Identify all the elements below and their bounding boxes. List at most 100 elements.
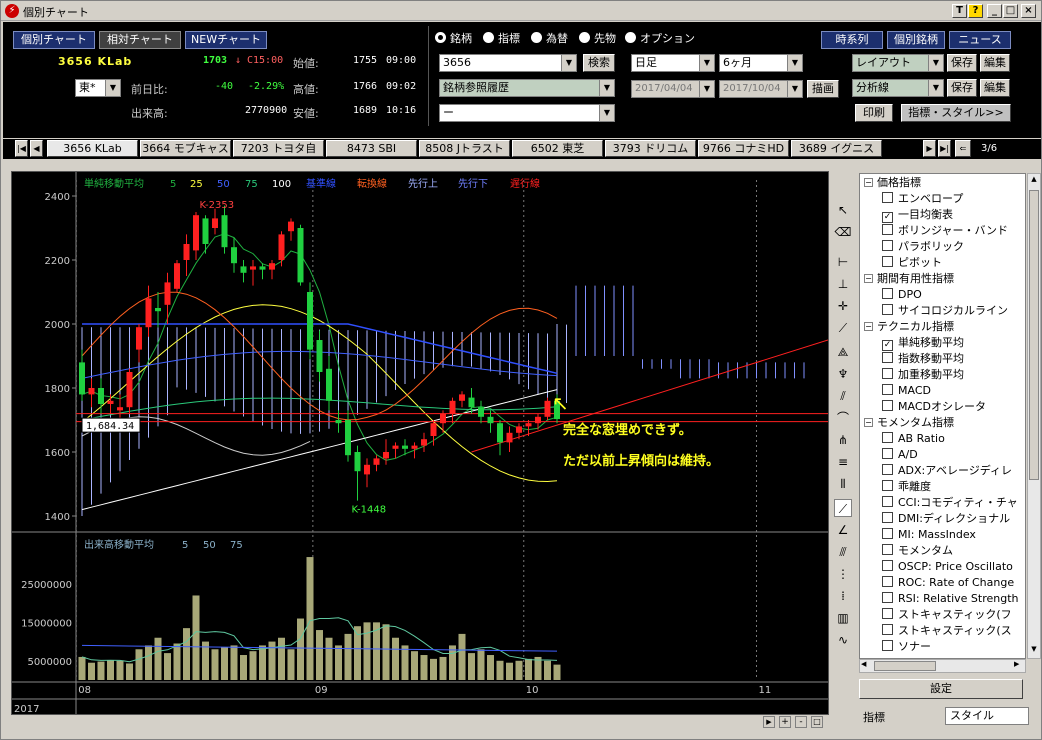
tab-stock[interactable]: 3793 ドリコム: [605, 140, 696, 157]
channel-tool-icon[interactable]: ⫽: [834, 387, 852, 405]
tree-item[interactable]: DPO: [882, 287, 922, 303]
tab-stock[interactable]: 3689 イグニス: [791, 140, 882, 157]
to-date[interactable]: 2017/10/04 ▼: [719, 80, 803, 98]
bars-tool-icon[interactable]: ▥: [834, 609, 852, 627]
checkbox-icon[interactable]: [882, 384, 893, 395]
news-button[interactable]: ニュース: [949, 31, 1011, 49]
indicator-style-button[interactable]: 指標・スタイル>>: [901, 104, 1011, 122]
draw-button[interactable]: 描画: [807, 80, 839, 98]
scroll-up-icon[interactable]: ▲: [1029, 175, 1039, 187]
checkbox-icon[interactable]: [882, 480, 893, 491]
radio-options[interactable]: オプション: [625, 30, 695, 46]
wave-tool-icon[interactable]: ∿: [834, 631, 852, 649]
tree-item[interactable]: 乖離度: [882, 479, 931, 495]
tab-stock[interactable]: 3656 KLab: [47, 140, 138, 157]
tab-stock[interactable]: 8508 Jトラスト: [419, 140, 510, 157]
pitchfork-tool-icon[interactable]: ♆: [834, 365, 852, 383]
zoom-out-icon[interactable]: -: [795, 716, 807, 728]
checkbox-icon[interactable]: [882, 608, 893, 619]
tree-item[interactable]: RSI: Relative Strength: [882, 591, 1019, 607]
horizontal-scrollbar[interactable]: ▶ + - □: [11, 715, 829, 729]
tree-item[interactable]: OSCP: Price Oscillato: [882, 559, 1013, 575]
settings-button[interactable]: 設定: [859, 679, 1023, 699]
print-button[interactable]: 印刷: [855, 104, 893, 122]
checkbox-icon[interactable]: [882, 640, 893, 651]
checkbox-icon[interactable]: [882, 512, 893, 523]
third-select[interactable]: ー ▼: [439, 104, 615, 122]
code-input[interactable]: 3656 ▼: [439, 54, 577, 72]
tree-item[interactable]: エンベロープ: [882, 191, 963, 207]
tree-item[interactable]: CCI:コモディティ・チャ: [882, 495, 1018, 511]
tree-item[interactable]: DMI:ディレクショナル: [882, 511, 1010, 527]
tab-indicator[interactable]: 指標: [863, 709, 885, 725]
tree-item[interactable]: パラボリック: [882, 239, 964, 255]
cross-tool-icon[interactable]: ✛: [834, 297, 852, 315]
tab-stock[interactable]: 9766 コナミHD: [698, 140, 789, 157]
tree-item[interactable]: ストキャスティック(ス: [882, 623, 1012, 639]
zoom-in-icon[interactable]: +: [779, 716, 791, 728]
checkbox-icon[interactable]: [882, 256, 893, 267]
checkbox-icon[interactable]: [882, 352, 893, 363]
angle-tool-icon[interactable]: ∠: [834, 521, 852, 539]
font-button[interactable]: T: [952, 4, 967, 18]
search-button[interactable]: 検索: [583, 54, 615, 72]
reset-view-icon[interactable]: □: [811, 716, 823, 728]
radio-futures[interactable]: 先物: [579, 30, 616, 46]
indicator-tree[interactable]: − 価格指標 エンベロープ ✓ 一目均衡表 ボリンジャー・バンド パラボリック ピボット − 期間…: [859, 173, 1026, 659]
maximize-button[interactable]: □: [1003, 4, 1018, 18]
checkbox-icon[interactable]: [882, 448, 893, 459]
checkbox-icon[interactable]: [882, 432, 893, 443]
collapse-icon[interactable]: −: [864, 322, 873, 331]
trendline-tool-icon[interactable]: ⟋: [834, 319, 852, 337]
layout-edit-button[interactable]: 編集: [980, 54, 1010, 72]
tree-vertical-scrollbar[interactable]: ▲ ▼: [1027, 173, 1041, 659]
tree-group[interactable]: − 期間有用性指標: [864, 271, 954, 287]
tab-prev-icon[interactable]: ◀: [30, 140, 43, 157]
checkbox-icon[interactable]: [882, 368, 893, 379]
interval-select[interactable]: 日足 ▼: [631, 54, 715, 72]
checked-checkbox-icon[interactable]: ✓: [882, 340, 893, 351]
checkbox-icon[interactable]: [882, 224, 893, 235]
tree-horizontal-scrollbar[interactable]: ◀ ▶: [859, 659, 1026, 673]
tree-item[interactable]: MACDオシレータ: [882, 399, 986, 415]
tree-group[interactable]: − モメンタム指標: [864, 415, 954, 431]
vline-tool-icon[interactable]: ⊥: [834, 275, 852, 293]
tree-item[interactable]: MI: MassIndex: [882, 527, 976, 543]
tree-item[interactable]: ROC: Rate of Change: [882, 575, 1014, 591]
scroll-right-icon[interactable]: ▶: [1014, 660, 1024, 672]
tree-group[interactable]: − テクニカル指標: [864, 319, 954, 335]
tree-item[interactable]: ✓ 一目均衡表: [882, 207, 953, 223]
individual-chart-button[interactable]: 個別チャート: [13, 31, 95, 49]
checkbox-icon[interactable]: [882, 288, 893, 299]
tab-stock[interactable]: 8473 SBI: [326, 140, 417, 157]
tree-item[interactable]: ストキャスティック(フ: [882, 607, 1012, 623]
span-select[interactable]: 6ヶ月 ▼: [719, 54, 803, 72]
parallel-tool-icon[interactable]: ⫻: [834, 543, 852, 561]
scroll-left-icon[interactable]: ◀: [861, 660, 871, 672]
fibo-tool-icon[interactable]: ≡: [834, 453, 852, 471]
analysis-select[interactable]: 分析線 ▼: [852, 79, 944, 97]
checkbox-icon[interactable]: [882, 592, 893, 603]
timeseries-button[interactable]: 時系列: [821, 31, 883, 49]
fan-tool-icon[interactable]: ⟁: [834, 343, 852, 361]
pointer-tool-icon[interactable]: ↖: [834, 201, 852, 219]
checkbox-icon[interactable]: [882, 464, 893, 475]
level3-tool-icon[interactable]: ⋮: [834, 565, 852, 583]
checkbox-icon[interactable]: [882, 496, 893, 507]
tab-stock[interactable]: 6502 東芝: [512, 140, 603, 157]
checkbox-icon[interactable]: [882, 624, 893, 635]
checkbox-icon[interactable]: [882, 576, 893, 587]
level4-tool-icon[interactable]: ⁞: [834, 587, 852, 605]
checkbox-icon[interactable]: [882, 304, 893, 315]
new-chart-button[interactable]: NEWチャート: [185, 31, 267, 49]
tab-style[interactable]: スタイル: [945, 707, 1029, 725]
collapse-icon[interactable]: −: [864, 418, 873, 427]
tab-next-icon[interactable]: ▶: [923, 140, 936, 157]
scroll-right-icon[interactable]: ▶: [763, 716, 775, 728]
tab-stock[interactable]: 7203 トヨタ自: [233, 140, 324, 157]
checkbox-icon[interactable]: [882, 560, 893, 571]
individual-stock-button[interactable]: 個別銘柄: [887, 31, 945, 49]
tree-item[interactable]: ピボット: [882, 255, 942, 271]
tree-item[interactable]: 指数移動平均: [882, 351, 964, 367]
tree-item[interactable]: MACD: [882, 383, 931, 399]
